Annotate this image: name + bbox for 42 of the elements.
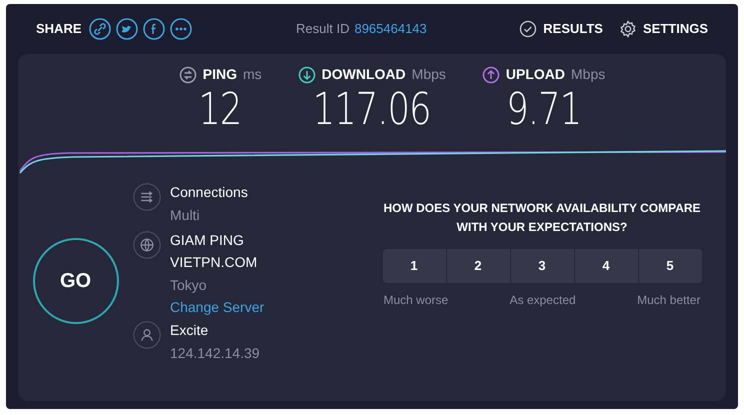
go-button[interactable]: GO [32, 238, 118, 324]
rating-button[interactable]: 4 [574, 249, 638, 283]
result-id-link[interactable]: 8965464143 [354, 19, 427, 39]
metric-label: PING [202, 65, 237, 84]
result-id-label: Result ID [296, 20, 350, 38]
metric-label: DOWNLOAD [322, 65, 406, 84]
metric-value: 117.06 [312, 85, 431, 135]
info-title: GIAM PING [170, 231, 245, 250]
scale-label: Much worse [384, 292, 448, 309]
lines-arrows-icon [133, 183, 161, 211]
info-title: Connections [170, 183, 248, 202]
bird-icon[interactable] [116, 18, 138, 40]
scale-label: Much better [637, 292, 700, 309]
share-label: SHARE [36, 20, 82, 38]
metric-unit: ms [242, 65, 262, 84]
more-icon[interactable] [170, 18, 192, 40]
f-letter-icon[interactable] [142, 18, 165, 40]
ping-icon [178, 66, 197, 84]
info-detail: 124.142.14.39 [170, 344, 260, 363]
info-detail: Tokyo [170, 276, 208, 295]
settings-icon [618, 20, 637, 38]
globe-icon [133, 231, 161, 259]
person-icon [133, 321, 161, 349]
survey-question: HOW DOES YOUR NETWORK AVAILABILITY COMPARE WITH YOUR EXPECTATIONS? [382, 200, 702, 236]
metric-unit: Mbps [412, 65, 446, 84]
scale-label: As expected [510, 292, 576, 309]
nav-link[interactable]: SETTINGS [618, 19, 708, 39]
metric-label: UPLOAD [506, 65, 566, 84]
check-circle-icon [519, 20, 538, 38]
nav-link[interactable]: RESULTS [519, 19, 603, 39]
metric-unit: Mbps [571, 65, 606, 84]
info-title: VIETPN.COM [170, 253, 258, 272]
info-detail: Multi [170, 206, 201, 225]
metric-value: 12 [198, 85, 242, 135]
rating-button[interactable]: 1 [382, 249, 446, 283]
rating-button[interactable]: 3 [510, 249, 574, 283]
metric-value: 9.71 [506, 85, 581, 135]
rating-button[interactable]: 5 [638, 249, 702, 283]
change-server-link[interactable]: Change Server [170, 297, 264, 317]
link-icon[interactable] [88, 18, 111, 40]
info-title: Excite [170, 321, 210, 340]
rating-button[interactable]: 2 [446, 249, 510, 283]
